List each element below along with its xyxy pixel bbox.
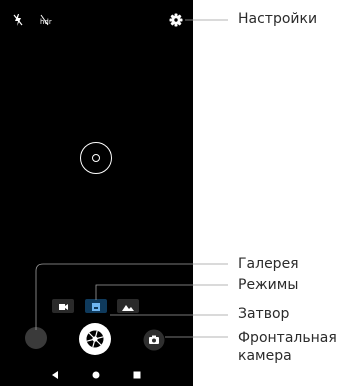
shutter-label: Затвор	[238, 306, 290, 322]
front-camera-label: Фронтальная камера	[238, 330, 337, 364]
settings-label: Настройки	[238, 11, 318, 27]
modes-label: Режимы	[238, 277, 299, 293]
gallery-label: Галерея	[238, 256, 299, 272]
modes-callout-line	[95, 284, 228, 300]
gallery-callout-line	[35, 263, 228, 330]
